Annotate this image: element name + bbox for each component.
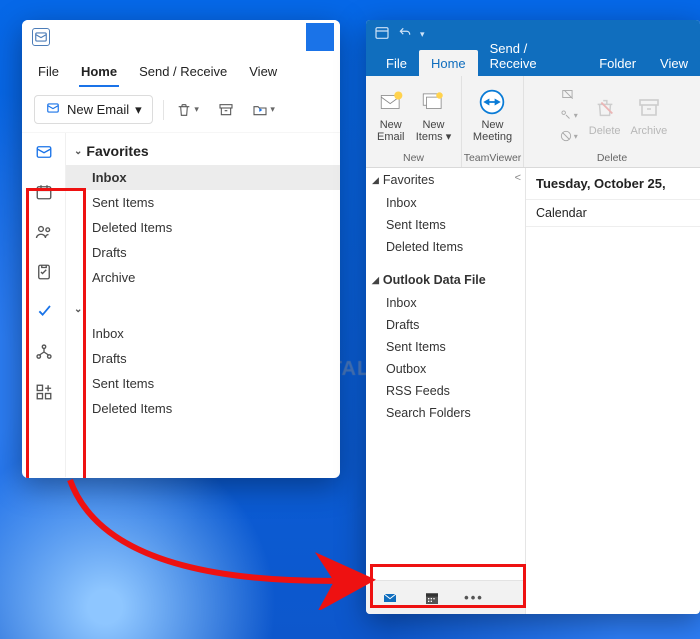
df-rss[interactable]: RSS Feeds [366,380,525,402]
folder-deleted[interactable]: Deleted Items [66,215,340,240]
outlook-icon [32,28,50,46]
more-icon[interactable]: ••• [464,590,484,605]
datafile-header[interactable]: ◢ Outlook Data File [366,268,525,292]
chevron-down-icon: ⌄ [74,146,82,157]
folder-drafts[interactable]: Drafts [66,240,340,265]
triangle-icon: ◢ [372,275,379,286]
undo-icon[interactable] [398,26,412,43]
favorites-label: Favorites [383,173,434,187]
folder-drafts-2[interactable]: Drafts [66,346,340,371]
fav-deleted[interactable]: Deleted Items [366,236,525,258]
folder-pane: ⌄ Favorites Inbox Sent Items Deleted Ite… [66,133,340,477]
folder-archive[interactable]: Archive [66,265,340,290]
separator [163,100,164,120]
people-icon[interactable] [33,221,55,243]
menu-send-receive[interactable]: Send / Receive [137,58,229,87]
archive-icon [634,93,664,123]
group-teamviewer-label: TeamViewer [462,150,523,167]
df-inbox[interactable]: Inbox [366,292,525,314]
date-header: Tuesday, October 25, [526,168,700,199]
new-email-button[interactable]: NewEmail [374,85,408,145]
ribbon: NewEmail NewItems ▾ New NewMeeting TeamV… [366,76,700,168]
folder-deleted-2[interactable]: Deleted Items [66,396,340,421]
calendar-icon[interactable] [422,590,442,606]
teamviewer-meeting-button[interactable]: NewMeeting [471,85,514,145]
menu-home[interactable]: Home [79,58,119,87]
reading-pane: Tuesday, October 25, Calendar [526,168,700,614]
mail-icon[interactable] [380,590,400,606]
group-new-label: New [366,150,461,167]
teamviewer-icon [477,87,507,117]
fav-sent[interactable]: Sent Items [366,214,525,236]
df-sent[interactable]: Sent Items [366,336,525,358]
delete-small-col: ▾ ▾ [555,83,581,147]
tab-folder[interactable]: Folder [587,50,648,76]
calendar-row[interactable]: Calendar [526,199,700,227]
folder-inbox[interactable]: Inbox [66,165,340,190]
chevron-down-icon: ▾ [135,102,142,118]
folder-sent[interactable]: Sent Items [66,190,340,215]
datafile-label: Outlook Data File [383,273,486,287]
folder-inbox-2[interactable]: Inbox [66,321,340,346]
envelope-icon [45,101,61,118]
ignore-icon[interactable] [557,85,579,103]
archive-button[interactable] [212,96,240,124]
folder-sent-2[interactable]: Sent Items [66,371,340,396]
delete-button[interactable]: Delete [587,91,623,139]
todo-icon[interactable] [33,301,55,323]
new-email-label: New Email [67,102,129,117]
junk-icon[interactable]: ▾ [557,127,579,145]
favorites-label: Favorites [86,143,148,159]
folder-pane: ◢ Favorites < Inbox Sent Items Deleted I… [366,168,526,614]
df-drafts[interactable]: Drafts [366,314,525,336]
new-items-icon [418,87,448,117]
qat-dropdown-icon[interactable]: ▾ [420,29,425,40]
delete-icon [590,93,620,123]
group-delete-label: Delete [524,150,700,167]
fav-inbox[interactable]: Inbox [366,192,525,214]
chevron-down-icon: ⌄ [74,304,82,315]
account-header[interactable]: ⌄ [66,298,340,321]
df-search-folders[interactable]: Search Folders [366,402,525,424]
menu-file[interactable]: File [36,58,61,87]
delete-button[interactable]: ▾ [174,96,202,124]
calendar-icon[interactable] [33,181,55,203]
new-email-button[interactable]: New Email ▾ [34,95,153,124]
favorites-header[interactable]: ⌄ Favorites [66,137,340,165]
titlebar-accent [306,23,334,51]
tabbar: File Home Send / Receive Folder View [366,48,700,76]
favorites-header[interactable]: ◢ Favorites < [366,168,525,192]
archive-button[interactable]: Archive [629,91,670,139]
new-items-button[interactable]: NewItems ▾ [414,85,453,145]
new-email-icon [376,87,406,117]
menubar: File Home Send / Receive View [22,54,340,87]
outlook-classic-window: ▾ File Home Send / Receive Folder View N… [366,20,700,614]
tab-home[interactable]: Home [419,50,478,76]
tab-file[interactable]: File [374,50,419,76]
toolbar: New Email ▾ ▾ ▾ [22,87,340,133]
outlook-new-window: File Home Send / Receive View New Email … [22,20,340,478]
menu-view[interactable]: View [247,58,279,87]
org-icon[interactable] [33,341,55,363]
minimize-pane-icon[interactable]: < [515,172,521,184]
mail-icon[interactable] [33,141,55,163]
navigation-rail [22,133,66,477]
df-outbox[interactable]: Outbox [366,358,525,380]
tab-view[interactable]: View [648,50,700,76]
triangle-icon: ◢ [372,175,379,186]
tasks-icon[interactable] [33,261,55,283]
bottom-navigation: ••• [366,580,525,614]
apps-icon[interactable] [33,381,55,403]
app-icon [374,25,390,44]
move-button[interactable]: ▾ [250,96,278,124]
tab-send-receive[interactable]: Send / Receive [478,35,588,76]
titlebar [22,20,340,54]
cleanup-icon[interactable]: ▾ [557,106,579,124]
